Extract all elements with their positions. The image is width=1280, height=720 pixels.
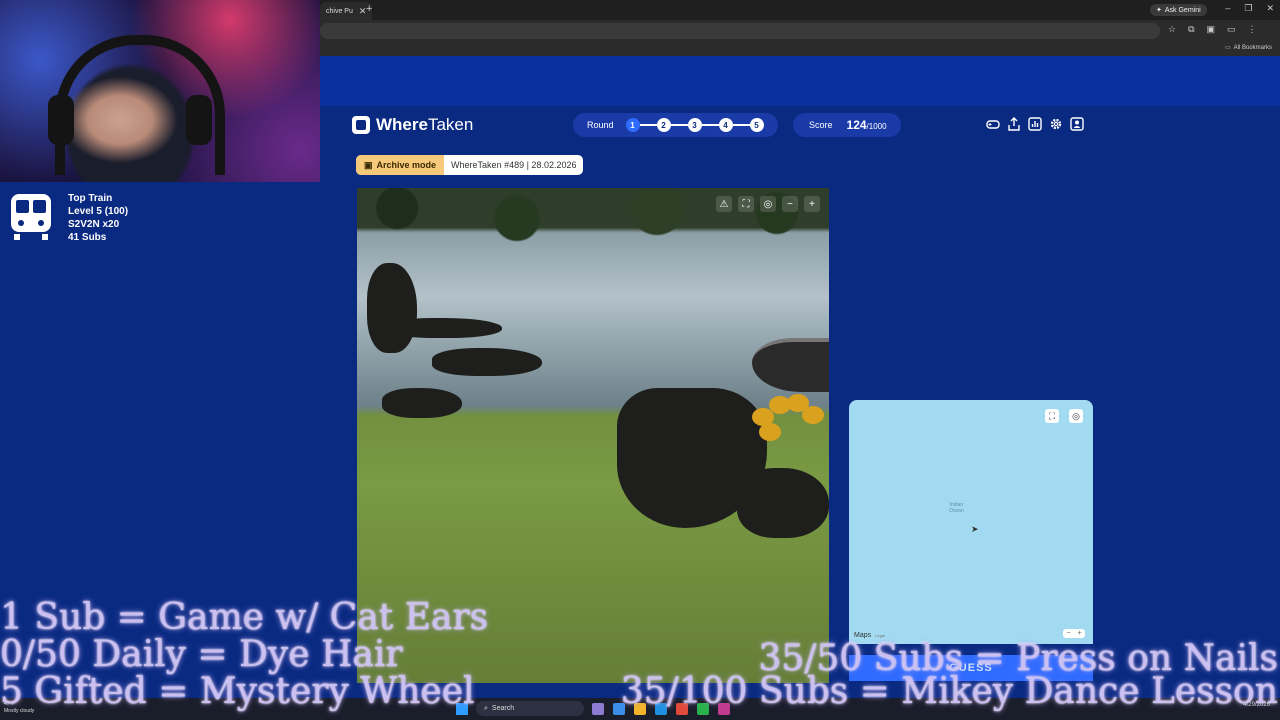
map-zoom-control[interactable]: − +	[1063, 629, 1085, 638]
score-label: Score	[809, 120, 833, 130]
archive-mode-label: Archive mode	[376, 160, 437, 170]
round-step-4: 4	[718, 118, 733, 132]
map-recenter-icon[interactable]: ◎	[1069, 409, 1083, 423]
puzzle-id: WhereTaken #489 | 28.02.2026	[451, 160, 577, 170]
cursor-icon: ➤	[971, 524, 979, 534]
photo-coconut	[802, 406, 824, 424]
search-placeholder: Search	[491, 705, 515, 712]
page-header-band	[320, 56, 1280, 106]
zoom-out-icon[interactable]: −	[782, 196, 798, 212]
round-connector	[701, 124, 719, 126]
round-step-1: 1	[625, 118, 640, 132]
ask-gemini-label: Ask Gemini	[1164, 6, 1201, 14]
zoom-in-icon[interactable]: +	[804, 196, 820, 212]
logo-icon	[352, 116, 370, 134]
wheretaken-logo[interactable]: WhereTaken	[352, 115, 473, 135]
new-tab-icon[interactable]: +	[366, 3, 372, 15]
train-user: S2V2N x20	[68, 219, 120, 230]
address-bar-icons: ☆ ⧉ ▣ ▭ ⋮	[1168, 24, 1257, 35]
url-input[interactable]	[320, 23, 1160, 39]
sidepanel-icon[interactable]: ▣	[1207, 24, 1216, 35]
headset-cup-left	[48, 95, 74, 145]
overlay-goal-dance-lesson: 35/100 Subs = Mikey Dance Lesson	[620, 671, 1278, 712]
app-icon[interactable]	[592, 703, 604, 715]
ocean-label: Indian Ocean	[949, 502, 964, 514]
archive-bar: ▣ Archive mode WhereTaken #489 | 28.02.2…	[356, 155, 584, 175]
archive-mode-badge[interactable]: ▣ Archive mode	[356, 155, 445, 175]
minimize-icon[interactable]: –	[1225, 3, 1230, 14]
photo-rock	[382, 388, 462, 418]
gamepad-icon[interactable]	[986, 117, 1000, 131]
top-train-widget: Top Train Level 5 (100) S2V2N x20 41 Sub…	[4, 188, 204, 244]
taskbar-search[interactable]: ⌕ Search	[476, 701, 584, 716]
headset-cup-right	[186, 95, 212, 145]
header-icons	[986, 117, 1084, 131]
photo-boat	[752, 338, 829, 392]
gear-icon[interactable]	[1049, 117, 1063, 131]
train-icon	[11, 194, 51, 240]
search-icon: ⌕	[484, 704, 488, 712]
round-connector	[732, 124, 750, 126]
all-bookmarks-label: All Bookmarks	[1233, 44, 1272, 51]
logo-text: WhereTaken	[376, 115, 474, 134]
score-indicator: Score 124/1000	[793, 113, 901, 137]
extensions-icon[interactable]: ⧉	[1188, 24, 1194, 35]
overlay-goal-dye-hair: 0/50 Daily = Dye Hair	[0, 634, 403, 675]
webcam-feed	[0, 0, 320, 182]
minus-icon[interactable]: −	[1066, 630, 1070, 637]
browser-tab-title: chive Pu	[326, 7, 353, 15]
menu-icon[interactable]: ⋮	[1248, 24, 1257, 35]
ask-gemini-button[interactable]: ✦ Ask Gemini	[1150, 4, 1207, 16]
fullscreen-icon[interactable]: ⛶	[738, 196, 754, 212]
round-connector	[639, 124, 657, 126]
report-icon[interactable]: ⚠	[716, 196, 732, 212]
browser-tab[interactable]: chive Pu ✕	[320, 2, 373, 20]
account-icon[interactable]	[1070, 117, 1084, 131]
train-info: Top Train Level 5 (100) S2V2N x20 41 Sub…	[68, 192, 128, 244]
map-fullscreen-icon[interactable]: ⛶	[1045, 409, 1059, 423]
round-step-2: 2	[656, 118, 671, 132]
close-window-icon[interactable]: ✕	[1266, 3, 1274, 14]
photo-rock	[432, 348, 542, 376]
folder-icon: ▭	[1224, 45, 1231, 51]
plus-icon[interactable]: +	[1077, 630, 1081, 637]
calendar-icon: ▣	[364, 159, 373, 170]
sparkle-icon: ✦	[1156, 7, 1162, 14]
photo-coconut	[759, 423, 781, 441]
recenter-icon[interactable]: ◎	[760, 196, 776, 212]
guess-map[interactable]: ⛶ ◎ Indian Ocean ➤ Maps Legal − +	[849, 400, 1093, 644]
all-bookmarks-button[interactable]: ▭ All Bookmarks	[1224, 44, 1272, 52]
overlay-goal-cat-ears: 1 Sub = Game w/ Cat Ears	[0, 597, 489, 638]
restore-icon[interactable]: ❐	[1244, 3, 1252, 14]
round-steps: 1 2 3 4 5	[625, 118, 764, 132]
photo-rock	[367, 263, 417, 353]
score-value: 124/1000	[846, 118, 887, 132]
train-subs: 41 Subs	[68, 232, 107, 243]
photo-rock	[387, 318, 502, 338]
round-step-5: 5	[749, 118, 764, 132]
train-level: Level 5 (100)	[68, 206, 129, 217]
round-label: Round	[587, 120, 614, 130]
round-step-3: 3	[687, 118, 702, 132]
photo-toolbar: ⚠ ⛶ ◎ − +	[716, 196, 820, 212]
round-connector	[670, 124, 688, 126]
star-icon[interactable]: ☆	[1168, 24, 1176, 35]
train-title: Top Train	[68, 193, 113, 204]
profile-icon[interactable]: ▭	[1227, 24, 1236, 35]
stats-icon[interactable]	[1028, 117, 1042, 131]
window-controls: – ❐ ✕	[1225, 3, 1274, 14]
photo-rock	[737, 468, 829, 538]
share-icon[interactable]	[1007, 117, 1021, 131]
round-indicator: Round 1 2 3 4 5	[573, 113, 778, 137]
overlay-goal-mystery-wheel: 5 Gifted = Mystery Wheel	[0, 671, 475, 712]
